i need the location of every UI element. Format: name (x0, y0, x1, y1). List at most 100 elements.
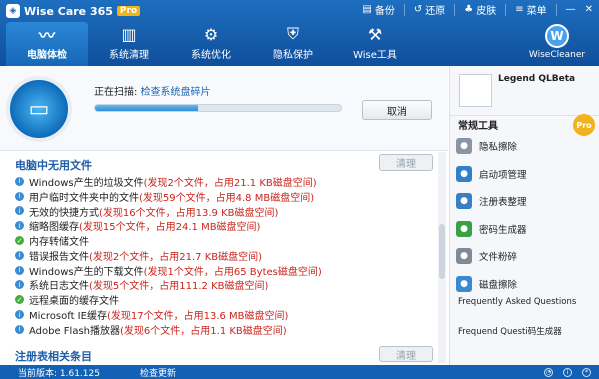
tab-wise-tools[interactable]: ⚒ Wise工具 (334, 22, 416, 66)
pulse-icon: 〰 (38, 26, 55, 45)
item-detail[interactable]: (发现6个文件，占用1.1 KB磁盘空间) (120, 322, 287, 337)
menu-button[interactable]: ≡ 菜单 (515, 2, 546, 17)
info-icon: i (15, 176, 24, 186)
tool-label: 隐私擦除 (479, 142, 518, 153)
list-item: i 系统日志文件 (发现5个文件，占用111.2 KB磁盘空间) (15, 278, 435, 293)
info-icon: i (15, 221, 24, 231)
status-bar: 当前版本: 1.61.125 检查更新 ◔ i * (0, 365, 599, 379)
divider (454, 3, 456, 16)
tab-checkup[interactable]: 〰电脑体检 (6, 22, 88, 66)
cancel-button[interactable]: 取消 (362, 100, 432, 120)
info-icon: i (15, 191, 24, 201)
pro-seal: Pro (573, 114, 595, 136)
settings-icon[interactable]: * (582, 367, 591, 377)
tools-title: 常规工具 (458, 121, 498, 132)
item-detail[interactable]: (发现2个文件，占用21.7 KB磁盘空间) (89, 248, 262, 263)
divider (403, 3, 405, 16)
clean-button[interactable]: 清理 (379, 154, 433, 171)
shredder-icon: ● (456, 248, 472, 264)
window-menu: ▤ 备份 ↺ 还原 ♣ 皮肤 ≡ 菜单 — ✕ (362, 2, 593, 17)
tab-system-clean[interactable]: ▥ 系统清理 (88, 22, 170, 66)
info-icon: i (15, 280, 24, 290)
scan-status: 正在扫描: 检查系统盘碎片 (94, 87, 211, 98)
title-bar: ◈ Wise Care 365 Pro ▤ 备份 ↺ 还原 ♣ 皮肤 ≡ 菜单 — ✕ … (0, 0, 599, 66)
tool-item[interactable]: ● 注册表整理 (456, 190, 596, 212)
tools-icon: ⚒ (367, 24, 383, 44)
tab-privacy[interactable]: ⛨ 隐私保护 (252, 22, 334, 66)
list-item: i 缩略图缓存 (发现15个文件，占用24.1 MB磁盘空间) (15, 218, 435, 233)
tool-item[interactable]: ● 启动项管理 (456, 163, 596, 185)
disk-icon: ● (456, 275, 472, 292)
item-detail[interactable]: (发现17个文件，占用13.6 MB磁盘空间) (107, 307, 288, 322)
item-detail[interactable]: (发现59个文件，占用4.8 MB磁盘空间) (139, 189, 314, 204)
item-detail[interactable]: (发现2个文件，占用21.1 KB磁盘空间) (144, 174, 317, 189)
pro-badge: Pro (116, 6, 141, 16)
brand-name: WiseCleaner (528, 50, 586, 60)
check-update-link[interactable]: 检查更新 (140, 366, 176, 379)
divider (555, 3, 557, 16)
scan-progress (94, 104, 342, 112)
tool-label: 密码生成器 (479, 224, 527, 236)
list-item: i 无效的快捷方式 (发现16个文件，占用13.9 KB磁盘空间) (15, 204, 435, 219)
main-panel: ▭ 正在扫描: 检查系统盘碎片 取消 电脑中无用文件 清理 i Windows产生… (0, 66, 448, 365)
list-item: i Windows产生的垃圾文件 (发现2个文件，占用21.1 KB磁盘空间) (15, 174, 435, 189)
tool-item[interactable]: ● 隐私擦除 (456, 135, 596, 157)
scan-task: 检查系统盘碎片 (140, 87, 211, 98)
tool-item[interactable]: ● 磁盘擦除 (456, 273, 596, 295)
status-icons: ◔ i * (544, 367, 591, 377)
skin-button[interactable]: ♣ 皮肤 (464, 2, 496, 17)
list-item: i Microsoft IE缓存 (发现17个文件，占用13.6 MB磁盘空间) (15, 307, 435, 322)
item-name: 无效的快捷方式 (29, 207, 99, 219)
faq-link[interactable]: Frequently Asked Questions (458, 297, 576, 307)
junk-list: i Windows产生的垃圾文件 (发现2个文件，占用21.1 KB磁盘空间) i 用… (15, 174, 435, 337)
scan-panel: ▭ 正在扫描: 检查系统盘碎片 取消 (0, 66, 448, 151)
divider (505, 3, 507, 16)
registry-icon: ● (456, 193, 472, 209)
backup-button[interactable]: ▤ 备份 (362, 2, 394, 17)
item-detail[interactable]: (发现5个文件，占用111.2 KB磁盘空间) (89, 278, 268, 292)
item-name: Microsoft IE缓存 (29, 311, 107, 322)
info-icon: i (15, 324, 24, 334)
item-detail[interactable]: (发现15个文件，占用24.1 MB磁盘空间) (79, 218, 260, 233)
minimize-button[interactable]: — (566, 4, 576, 15)
tool-label: 文件粉碎 (479, 252, 518, 263)
check-icon: ✓ (15, 295, 24, 305)
item-name: 错误报告文件 (29, 251, 89, 263)
bell-icon[interactable]: ◔ (544, 367, 553, 377)
faq-link-2[interactable]: Frequend Questi码生成器 (458, 325, 562, 337)
info-icon[interactable]: i (563, 367, 572, 377)
power-icon: ● (456, 165, 472, 182)
tab-system-optimize[interactable]: ⚙ 系统优化 (170, 22, 252, 66)
scrollbar[interactable] (438, 152, 446, 363)
brand[interactable]: W WiseCleaner (527, 24, 587, 64)
app-logo-icon: ◈ (6, 4, 20, 18)
clean-registry-button[interactable]: 清理 (379, 346, 433, 362)
item-name: 远程桌面的缓存文件 (29, 296, 119, 308)
info-icon: i (15, 310, 24, 320)
key-icon: ● (456, 220, 472, 237)
list-item: i 错误报告文件 (发现2个文件，占用21.7 KB磁盘空间) (15, 248, 435, 263)
side-panel: Legend QLBeta 常规工具 Pro ● 隐私擦除 ● 启动项管理 ● 注册表整理… (449, 66, 599, 379)
list-item: i Adobe Flash播放器 (发现6个文件，占用1.1 KB磁盘空间) (15, 322, 435, 337)
check-icon: ✓ (15, 236, 24, 246)
info-icon: i (15, 206, 24, 216)
eye-icon: ● (456, 138, 472, 154)
restore-button[interactable]: ↺ 还原 (414, 2, 445, 17)
close-button[interactable]: ✕ (585, 4, 593, 15)
tool-label: 注册表整理 (479, 197, 527, 208)
list-item: ✓ 远程桌面的缓存文件 (15, 292, 435, 307)
item-detail[interactable]: (发现16个文件，占用13.9 KB磁盘空间) (99, 204, 278, 219)
list-item: ✓ 内存转储文件 (15, 233, 435, 248)
tool-label: 启动项管理 (479, 169, 527, 181)
avatar[interactable] (459, 74, 492, 107)
item-detail[interactable]: (发现1个文件，占用65 Bytes磁盘空间) (144, 263, 322, 278)
user-box: Legend QLBeta (450, 66, 599, 116)
tool-label: 磁盘擦除 (479, 279, 518, 291)
tool-item[interactable]: ● 密码生成器 (456, 218, 596, 240)
scrollbar-thumb[interactable] (439, 224, 445, 279)
item-name: 系统日志文件 (29, 281, 89, 293)
app-name: Wise Care 365 (24, 4, 113, 18)
item-name: Adobe Flash播放器 (29, 325, 121, 337)
info-icon: i (15, 250, 24, 260)
tool-item[interactable]: ● 文件粉碎 (456, 245, 596, 267)
